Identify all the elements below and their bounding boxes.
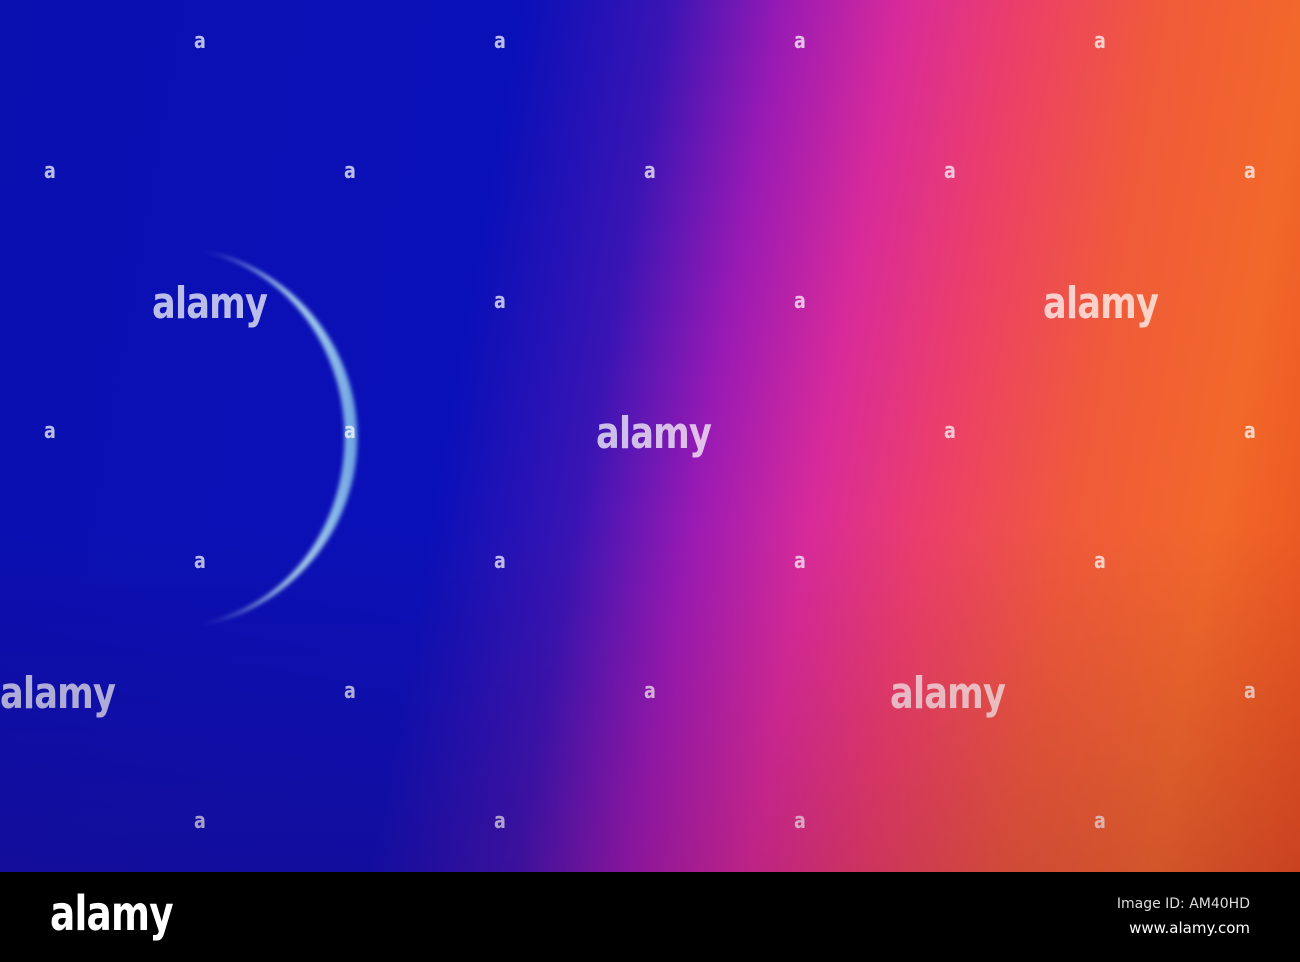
- watermark-a: a: [44, 159, 56, 184]
- watermark-a: a: [644, 159, 656, 184]
- watermark-alamy: alamy: [0, 668, 116, 719]
- watermark-a: a: [344, 159, 356, 184]
- watermark-a: a: [44, 419, 56, 444]
- watermark-a: a: [344, 419, 356, 444]
- watermark-a: a: [494, 289, 506, 314]
- watermark-a: a: [1244, 679, 1256, 704]
- crescent-moon: [198, 250, 358, 625]
- watermark-a: a: [494, 549, 506, 574]
- watermark-alamy: alamy: [1043, 278, 1159, 329]
- watermark-a: a: [944, 419, 956, 444]
- watermark-a: a: [494, 809, 506, 834]
- watermark-a: a: [194, 29, 206, 54]
- watermark-a: a: [1244, 419, 1256, 444]
- watermark-alamy: alamy: [152, 278, 268, 329]
- watermark-a: a: [1094, 29, 1106, 54]
- watermark-a: a: [194, 809, 206, 834]
- watermark-alamy: alamy: [890, 668, 1006, 719]
- watermark-a: a: [1094, 549, 1106, 574]
- watermark-alamy: alamy: [596, 408, 712, 459]
- footer-logo: alamy: [50, 886, 174, 942]
- watermark-a: a: [494, 29, 506, 54]
- watermark-a: a: [794, 29, 806, 54]
- image-id-label: Image ID: AM40HD: [1116, 896, 1250, 912]
- watermark-a: a: [944, 159, 956, 184]
- watermark-a: a: [344, 679, 356, 704]
- watermark-a: a: [1244, 159, 1256, 184]
- watermark-a: a: [794, 549, 806, 574]
- footer-url: www.alamy.com: [1129, 919, 1250, 937]
- photo: a a a a a a a a a a a a a a a a a a a a a a a a a a alamy alamy alam…: [0, 0, 1300, 872]
- footer-bar: alamy Image ID: AM40HD www.alamy.com: [0, 872, 1300, 962]
- watermark-a: a: [794, 289, 806, 314]
- watermark-a: a: [1094, 809, 1106, 834]
- watermark-a: a: [644, 679, 656, 704]
- watermark-a: a: [194, 549, 206, 574]
- watermark-a: a: [794, 809, 806, 834]
